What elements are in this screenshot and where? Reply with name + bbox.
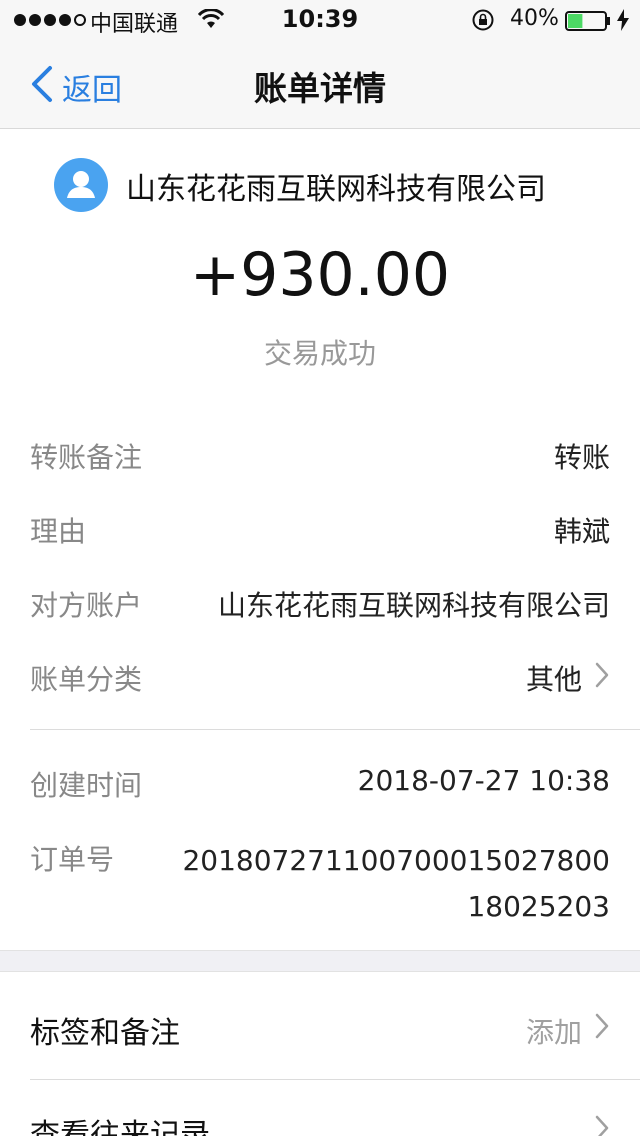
transaction-amount: +930.00 [189, 240, 451, 310]
counterparty-value: 山东花花雨互联网科技有限公司 [217, 589, 610, 622]
chevron-right-icon [595, 1115, 609, 1136]
transaction-history-cell[interactable]: 查看往来记录 [0, 1080, 640, 1136]
section-divider [30, 729, 640, 730]
tags-and-notes-cell[interactable]: 标签和备注 添加 [0, 971, 640, 1079]
page-title: 账单详情 [254, 69, 386, 108]
rotation-lock-icon [472, 9, 494, 31]
transfer-note-label: 转账备注 [30, 441, 143, 474]
created-time-value: 2018-07-27 10:38 [357, 764, 610, 797]
order-number-value: 20180727110070001502780018025203 [182, 844, 610, 923]
battery-icon [565, 11, 610, 31]
charging-icon [617, 9, 629, 31]
battery-percentage: 40% [510, 6, 559, 31]
tags-notes-label: 标签和备注 [30, 1016, 180, 1051]
chevron-right-icon [595, 1013, 609, 1039]
add-hint: 添加 [525, 1016, 582, 1049]
created-time-label: 创建时间 [30, 769, 143, 802]
chevron-right-icon [595, 662, 609, 688]
history-label: 查看往来记录 [30, 1118, 210, 1136]
transfer-note-value: 转账 [553, 441, 610, 474]
order-number-label: 订单号 [30, 843, 115, 876]
avatar [54, 158, 108, 212]
transaction-status: 交易成功 [263, 337, 376, 370]
category-value: 其他 [525, 663, 582, 696]
counterparty-label: 对方账户 [30, 589, 143, 622]
section-separator [0, 950, 640, 972]
category-selector[interactable]: 其他 [450, 652, 610, 698]
category-label: 账单分类 [30, 663, 143, 696]
merchant-name: 山东花花雨互联网科技有限公司 [126, 172, 546, 207]
reason-value: 韩斌 [553, 515, 610, 548]
reason-label: 理由 [30, 515, 87, 548]
